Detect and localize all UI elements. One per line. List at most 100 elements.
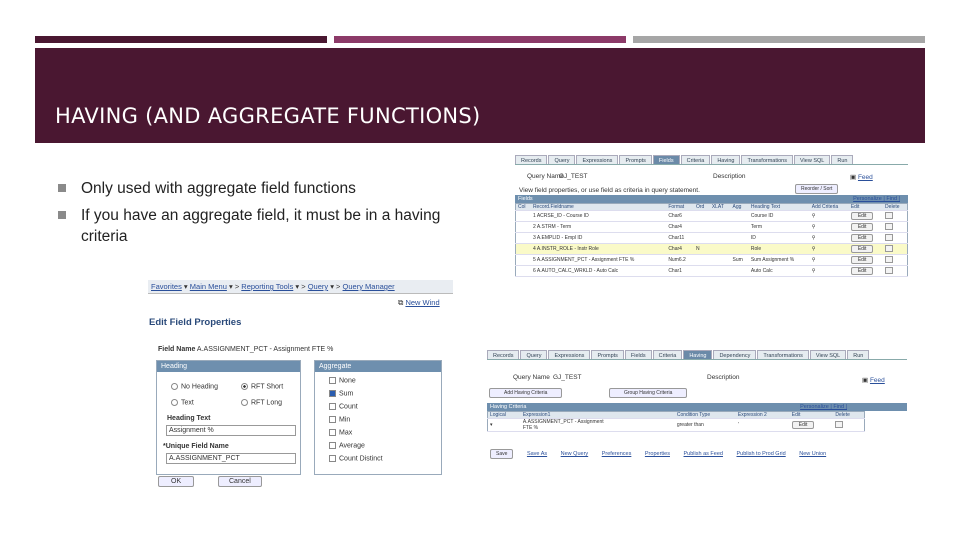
heading-cell: Course ID — [748, 210, 810, 222]
tab-fields[interactable]: Fields — [624, 350, 652, 359]
delete-icon[interactable] — [885, 233, 894, 241]
tab-run[interactable]: Run — [847, 350, 870, 359]
reorder-sort-button[interactable]: Reorder / Sort — [795, 184, 839, 194]
tab-prompts[interactable]: Prompts — [591, 350, 624, 359]
add-criteria-icon[interactable]: ⚲ — [812, 224, 816, 230]
table-row: ▾ A.ASSIGNMENT_PCT - Assignment FTE % gr… — [487, 418, 865, 432]
new-query-link[interactable]: New Query — [561, 451, 589, 457]
agg-cell — [730, 221, 749, 233]
add-criteria-icon[interactable]: ⚲ — [812, 213, 816, 219]
aggregate-panel-title: Aggregate — [315, 361, 441, 372]
delete-icon[interactable] — [885, 266, 894, 274]
tab-fields[interactable]: Fields — [652, 155, 680, 164]
having-tabs: Records Query Expressions Prompts Fields… — [487, 350, 907, 360]
add-criteria-icon[interactable]: ⚲ — [812, 257, 816, 263]
breadcrumb-query-manager[interactable]: Query Manager — [343, 282, 395, 291]
save-button[interactable]: Save — [490, 449, 514, 459]
tab-run[interactable]: Run — [831, 155, 854, 164]
publish-grid-link[interactable]: Publish to Prod Grid — [736, 451, 785, 457]
tab-view-sql[interactable]: View SQL — [793, 155, 831, 164]
add-having-criteria-button[interactable]: Add Having Criteria — [489, 388, 563, 398]
option-icon — [329, 403, 336, 410]
delete-icon[interactable] — [885, 211, 894, 219]
heading-cell: Term — [748, 221, 810, 233]
tab-transformations[interactable]: Transformations — [757, 350, 809, 359]
add-criteria-icon[interactable]: ⚲ — [812, 268, 816, 274]
bullet-text: If you have an aggregate field, it must … — [81, 207, 441, 245]
delete-icon[interactable] — [885, 244, 894, 252]
logical-select[interactable]: ▾ — [487, 418, 521, 432]
tab-dependency[interactable]: Dependency — [713, 350, 757, 359]
having-grid-nav[interactable]: Personalize | Find | — [800, 403, 847, 411]
delete-icon[interactable] — [885, 222, 894, 230]
tab-having[interactable]: Having — [683, 350, 713, 359]
group-having-criteria-button[interactable]: Group Having Criteria — [609, 388, 688, 398]
column-header: Ord — [693, 203, 710, 211]
delete-icon[interactable] — [835, 420, 844, 428]
preferences-link[interactable]: Preferences — [602, 451, 632, 457]
tab-prompts[interactable]: Prompts — [619, 155, 652, 164]
heading-text-input[interactable]: Assignment % — [166, 425, 296, 436]
add-criteria-icon[interactable]: ⚲ — [812, 235, 816, 241]
breadcrumb-main-menu[interactable]: Main Menu — [190, 282, 227, 291]
aggregate-sum[interactable]: Sum — [329, 390, 353, 397]
breadcrumb: Favorites ▾ Main Menu ▾ > Reporting Tool… — [148, 280, 453, 294]
edit-button[interactable]: Edit — [850, 223, 874, 231]
radio-rft-short[interactable]: RFT Short — [241, 383, 283, 390]
radio-icon — [241, 383, 248, 390]
edit-button[interactable]: Edit — [791, 421, 815, 429]
aggregate-max[interactable]: Max — [329, 429, 352, 436]
unique-field-input[interactable]: A.ASSIGNMENT_PCT — [166, 453, 296, 464]
tab-query[interactable]: Query — [548, 155, 576, 164]
aggregate-count[interactable]: Count — [329, 403, 358, 410]
properties-link[interactable]: Properties — [645, 451, 670, 457]
tab-view-sql[interactable]: View SQL — [809, 350, 847, 359]
radio-rft-long[interactable]: RFT Long — [241, 399, 282, 406]
aggregate-none[interactable]: None — [329, 377, 356, 384]
edit-button[interactable]: Edit — [850, 234, 874, 242]
tab-records[interactable]: Records — [515, 155, 548, 164]
save-as-link[interactable]: Save As — [527, 451, 547, 457]
aggregate-average[interactable]: Average — [329, 442, 365, 449]
cancel-button[interactable]: Cancel — [218, 476, 262, 487]
feed-link[interactable]: ▣ Feed — [862, 376, 885, 384]
tab-having[interactable]: Having — [711, 155, 741, 164]
ok-button[interactable]: OK — [158, 476, 195, 487]
publish-feed-link[interactable]: Publish as Feed — [684, 451, 723, 457]
radio-text[interactable]: Text — [171, 399, 194, 406]
tab-expressions[interactable]: Expressions — [576, 155, 619, 164]
format-cell: Char4 — [666, 243, 694, 255]
aggregate-min[interactable]: Min — [329, 416, 350, 423]
option-icon — [329, 377, 336, 384]
radio-no-heading[interactable]: No Heading — [171, 383, 218, 390]
fields-grid-nav[interactable]: Personalize | Find | — [853, 195, 900, 203]
edit-button[interactable]: Edit — [850, 212, 874, 220]
breadcrumb-reporting-tools[interactable]: Reporting Tools — [241, 282, 293, 291]
tab-records[interactable]: Records — [487, 350, 520, 359]
option-icon — [329, 455, 336, 462]
tab-query[interactable]: Query — [520, 350, 548, 359]
add-criteria-icon[interactable]: ⚲ — [812, 246, 816, 252]
delete-icon[interactable] — [885, 255, 894, 263]
edit-button[interactable]: Edit — [850, 245, 874, 253]
record-cell: 5 A.ASSIGNMENT_PCT - Assignment FTE % — [530, 254, 667, 266]
feed-link[interactable]: ▣ Feed — [850, 173, 873, 181]
column-header: Edit — [848, 203, 884, 211]
heading-panel-title: Heading — [157, 361, 300, 372]
new-window-link[interactable]: ⧉ New Wind — [398, 298, 440, 308]
fields-tabs: Records Query Expressions Prompts Fields… — [515, 155, 908, 165]
aggregate-count-distinct[interactable]: Count Distinct — [329, 455, 383, 462]
tab-criteria[interactable]: Criteria — [652, 350, 683, 359]
edit-button[interactable]: Edit — [850, 256, 874, 264]
column-header: Record.Fieldname — [530, 203, 667, 211]
having-screenshot: Records Query Expressions Prompts Fields… — [487, 350, 907, 462]
new-union-link[interactable]: New Union — [799, 451, 826, 457]
tab-expressions[interactable]: Expressions — [548, 350, 591, 359]
tab-criteria[interactable]: Criteria — [680, 155, 711, 164]
agg-cell: Sum — [730, 254, 749, 266]
edit-button[interactable]: Edit — [850, 267, 874, 275]
slide-title: HAVING (AND AGGREGATE FUNCTIONS) — [55, 104, 481, 128]
tab-transformations[interactable]: Transformations — [741, 155, 793, 164]
breadcrumb-favorites[interactable]: Favorites — [151, 282, 182, 291]
breadcrumb-query[interactable]: Query — [308, 282, 328, 291]
